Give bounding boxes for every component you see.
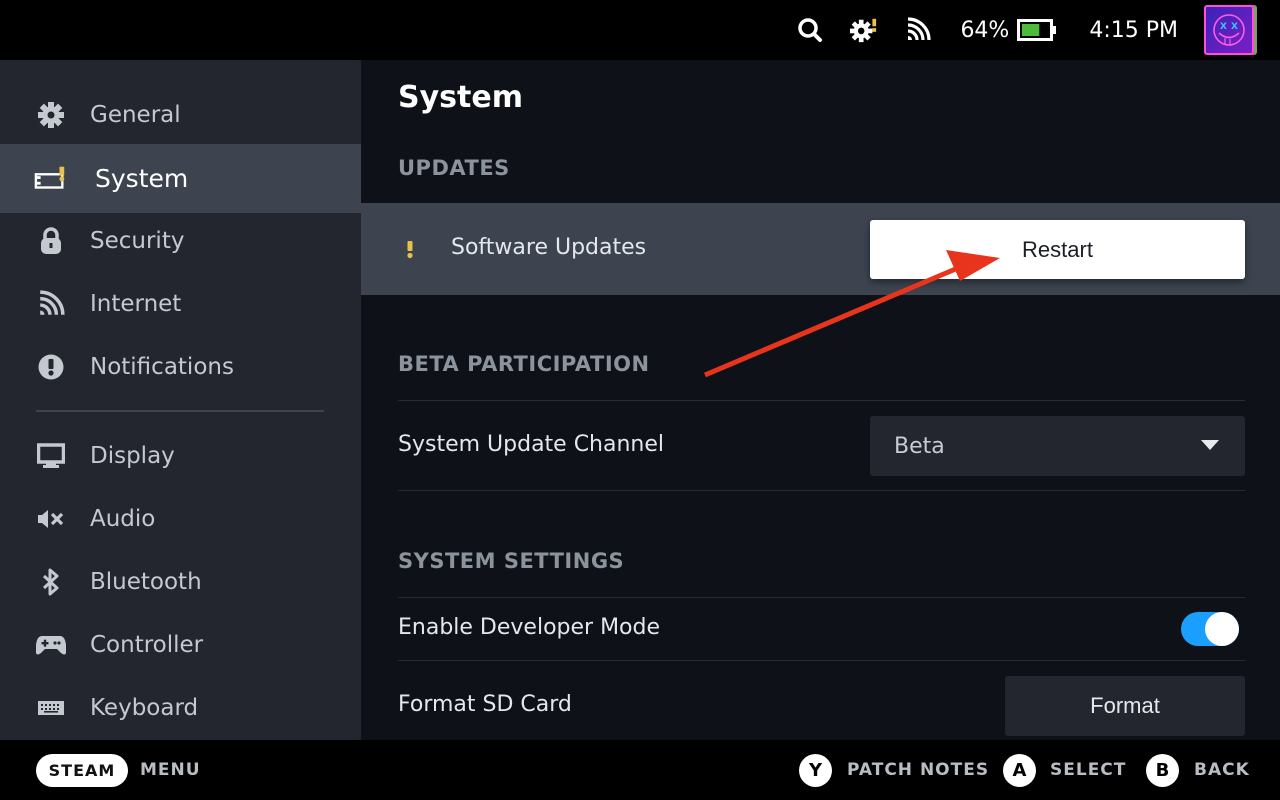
back-hint[interactable]: BACK — [1194, 760, 1250, 780]
sidebar-item-security[interactable]: Security — [0, 207, 361, 275]
sidebar-item-label: Notifications — [90, 354, 234, 380]
y-button-icon[interactable]: Y — [799, 754, 832, 787]
divider — [398, 490, 1245, 491]
sidebar-item-notifications[interactable]: Notifications — [0, 333, 361, 401]
menu-label: MENU — [140, 760, 201, 780]
section-heading-updates: UPDATES — [398, 156, 510, 180]
chevron-down-icon — [1201, 440, 1219, 450]
format-sd-label: Format SD Card — [398, 692, 572, 717]
sidebar-item-label: Keyboard — [90, 695, 199, 721]
wifi-icon — [34, 287, 68, 321]
sidebar-item-system[interactable]: System — [0, 144, 361, 213]
b-button-icon[interactable]: B — [1146, 754, 1179, 787]
software-updates-label: Software Updates — [451, 235, 647, 260]
divider — [398, 400, 1245, 401]
steam-button[interactable]: STEAM — [36, 754, 128, 787]
sidebar-item-label: Internet — [90, 291, 182, 317]
sidebar-item-label: Bluetooth — [90, 569, 202, 595]
developer-mode-label: Enable Developer Mode — [398, 615, 661, 640]
sidebar-item-keyboard[interactable]: Keyboard — [0, 674, 361, 742]
settings-alert-icon[interactable] — [850, 16, 878, 44]
select-hint[interactable]: SELECT — [1050, 760, 1126, 780]
steam-deck-settings: 64% 4:15 PM X X General System Security … — [0, 0, 1280, 800]
status-bar: 64% 4:15 PM X X — [0, 0, 1280, 60]
sidebar-item-label: System — [95, 164, 189, 193]
sidebar-item-controller[interactable]: Controller — [0, 611, 361, 679]
page-title: System — [398, 80, 523, 115]
sidebar-item-label: Controller — [90, 632, 204, 658]
software-updates-row[interactable]: Software Updates Restart — [361, 203, 1280, 295]
battery-level-fill — [1022, 24, 1040, 36]
sidebar-item-audio[interactable]: Audio — [0, 485, 361, 553]
gear-icon — [34, 98, 68, 132]
clock: 4:15 PM — [1089, 17, 1178, 43]
update-channel-label: System Update Channel — [398, 432, 665, 457]
patch-notes-hint[interactable]: PATCH NOTES — [847, 760, 989, 780]
sidebar-divider — [36, 410, 324, 412]
sidebar-item-label: Security — [90, 228, 185, 254]
a-button-icon[interactable]: A — [1003, 754, 1036, 787]
search-icon[interactable] — [796, 16, 824, 44]
battery-percent: 64% — [960, 17, 1010, 43]
exclamation-circle-icon — [34, 350, 68, 384]
battery-icon — [1017, 19, 1057, 41]
system-alert-icon — [34, 162, 68, 196]
sidebar-item-bluetooth[interactable]: Bluetooth — [0, 548, 361, 616]
sidebar-item-general[interactable]: General — [0, 81, 361, 149]
bluetooth-icon — [34, 565, 68, 599]
gamepad-icon — [34, 628, 68, 662]
format-button[interactable]: Format — [1005, 676, 1245, 736]
divider — [398, 597, 1245, 598]
wifi-icon[interactable] — [904, 16, 932, 44]
section-heading-beta: BETA PARTICIPATION — [398, 352, 650, 376]
svg-text:X: X — [1231, 22, 1238, 32]
sidebar-item-internet[interactable]: Internet — [0, 270, 361, 338]
restart-button[interactable]: Restart — [870, 220, 1245, 279]
toggle-knob — [1205, 612, 1239, 646]
settings-sidebar: General System Security Internet Notific… — [0, 60, 361, 740]
sidebar-item-label: Display — [90, 443, 175, 469]
lock-icon — [34, 224, 68, 258]
monitor-icon — [34, 439, 68, 473]
avatar[interactable]: X X — [1204, 5, 1254, 55]
warning-icon — [407, 241, 413, 259]
developer-mode-toggle[interactable] — [1181, 612, 1239, 646]
section-heading-system-settings: SYSTEM SETTINGS — [398, 549, 625, 573]
sidebar-item-label: General — [90, 102, 181, 128]
update-channel-dropdown[interactable]: Beta — [870, 416, 1245, 476]
divider — [398, 660, 1245, 661]
sidebar-item-display[interactable]: Display — [0, 422, 361, 490]
settings-content: System UPDATES Software Updates Restart … — [361, 60, 1280, 740]
bottom-hint-bar: STEAM MENU Y PATCH NOTES A SELECT B BACK — [0, 740, 1280, 800]
svg-text:X: X — [1220, 22, 1227, 32]
speaker-muted-icon — [34, 502, 68, 536]
dropdown-value: Beta — [894, 433, 945, 459]
sidebar-item-label: Audio — [90, 506, 156, 532]
keyboard-icon — [34, 691, 68, 725]
